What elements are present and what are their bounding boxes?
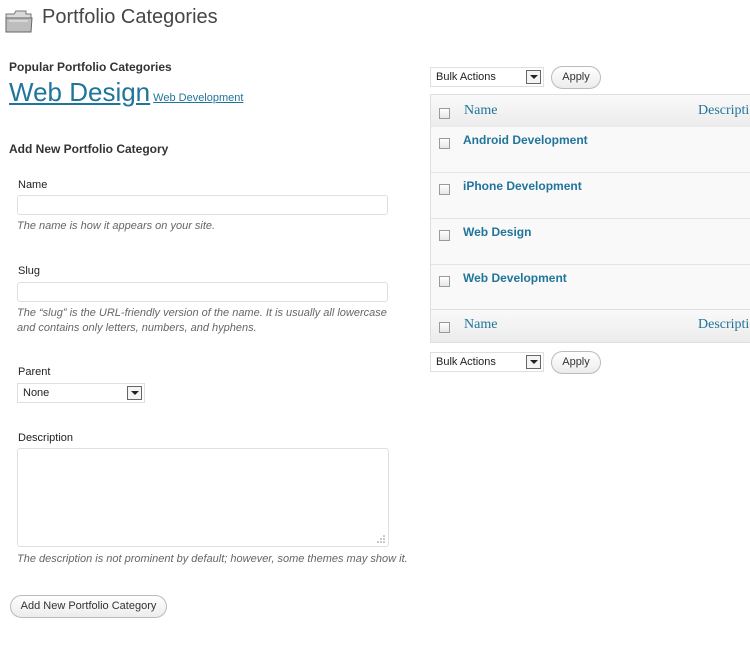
description-label: Description [18,432,74,444]
select-all-checkbox-footer[interactable] [439,322,450,333]
folder-icon [5,10,33,33]
tag-cloud: Web Design Web Development [9,77,243,108]
table-footer: Name Description [431,309,750,342]
row-title-link[interactable]: iPhone Development [463,179,582,193]
select-all-checkbox[interactable] [439,108,450,119]
page-title: Portfolio Categories [42,6,218,28]
table-row: Web Design [431,219,750,265]
slug-help-line-1: The “slug” is the URL-friendly version o… [17,307,387,319]
column-footer-description[interactable]: Description [698,317,750,333]
slug-label: Slug [18,265,41,277]
row-title-link[interactable]: Web Development [463,271,567,285]
table-header: Name Description [431,95,750,128]
row-checkbox[interactable] [439,230,450,241]
column-header-name[interactable]: Name [464,103,497,119]
table-row: Android Development [431,127,750,173]
bulk-actions-value-top: Bulk Actions [436,71,496,83]
add-category-heading: Add New Portfolio Category [9,142,169,156]
apply-button-bottom[interactable]: Apply [551,351,601,374]
parent-label: Parent [18,366,51,378]
description-help-text: The description is not prominent by defa… [17,553,408,565]
name-input[interactable] [17,195,388,215]
bulk-actions-select-top[interactable]: Bulk Actions [430,67,544,87]
chevron-down-icon[interactable] [526,70,541,84]
chevron-down-icon[interactable] [526,355,541,369]
row-title-link[interactable]: Android Development [463,133,588,147]
table-row: Web Development [431,265,750,311]
row-checkbox[interactable] [439,276,450,287]
table-row: iPhone Development [431,173,750,219]
apply-button-top[interactable]: Apply [551,66,601,89]
categories-table: Name Description Android Development iPh… [430,94,750,343]
row-title-link[interactable]: Web Design [463,225,531,239]
tag-link-web-design[interactable]: Web Design [9,77,150,107]
slug-help-text: The “slug” is the URL-friendly version o… [17,306,387,336]
row-checkbox[interactable] [439,184,450,195]
resize-handle-icon[interactable] [377,535,385,543]
column-header-description[interactable]: Description [698,103,750,119]
popular-categories-heading: Popular Portfolio Categories [9,60,172,74]
name-label: Name [18,179,48,191]
name-help-text: The name is how it appears on your site. [17,220,216,232]
parent-select-value: None [23,387,50,399]
row-checkbox[interactable] [439,138,450,149]
parent-select[interactable]: None [17,383,145,403]
description-textarea[interactable] [17,448,389,547]
slug-help-line-2: and contains only letters, numbers, and … [17,322,257,334]
column-footer-name[interactable]: Name [464,317,497,333]
slug-input[interactable] [17,282,388,302]
tag-link-web-development[interactable]: Web Development [153,92,243,104]
bulk-actions-value-bottom: Bulk Actions [436,356,496,368]
add-new-category-button[interactable]: Add New Portfolio Category [10,595,167,618]
bulk-actions-select-bottom[interactable]: Bulk Actions [430,352,544,372]
chevron-down-icon[interactable] [127,386,142,400]
